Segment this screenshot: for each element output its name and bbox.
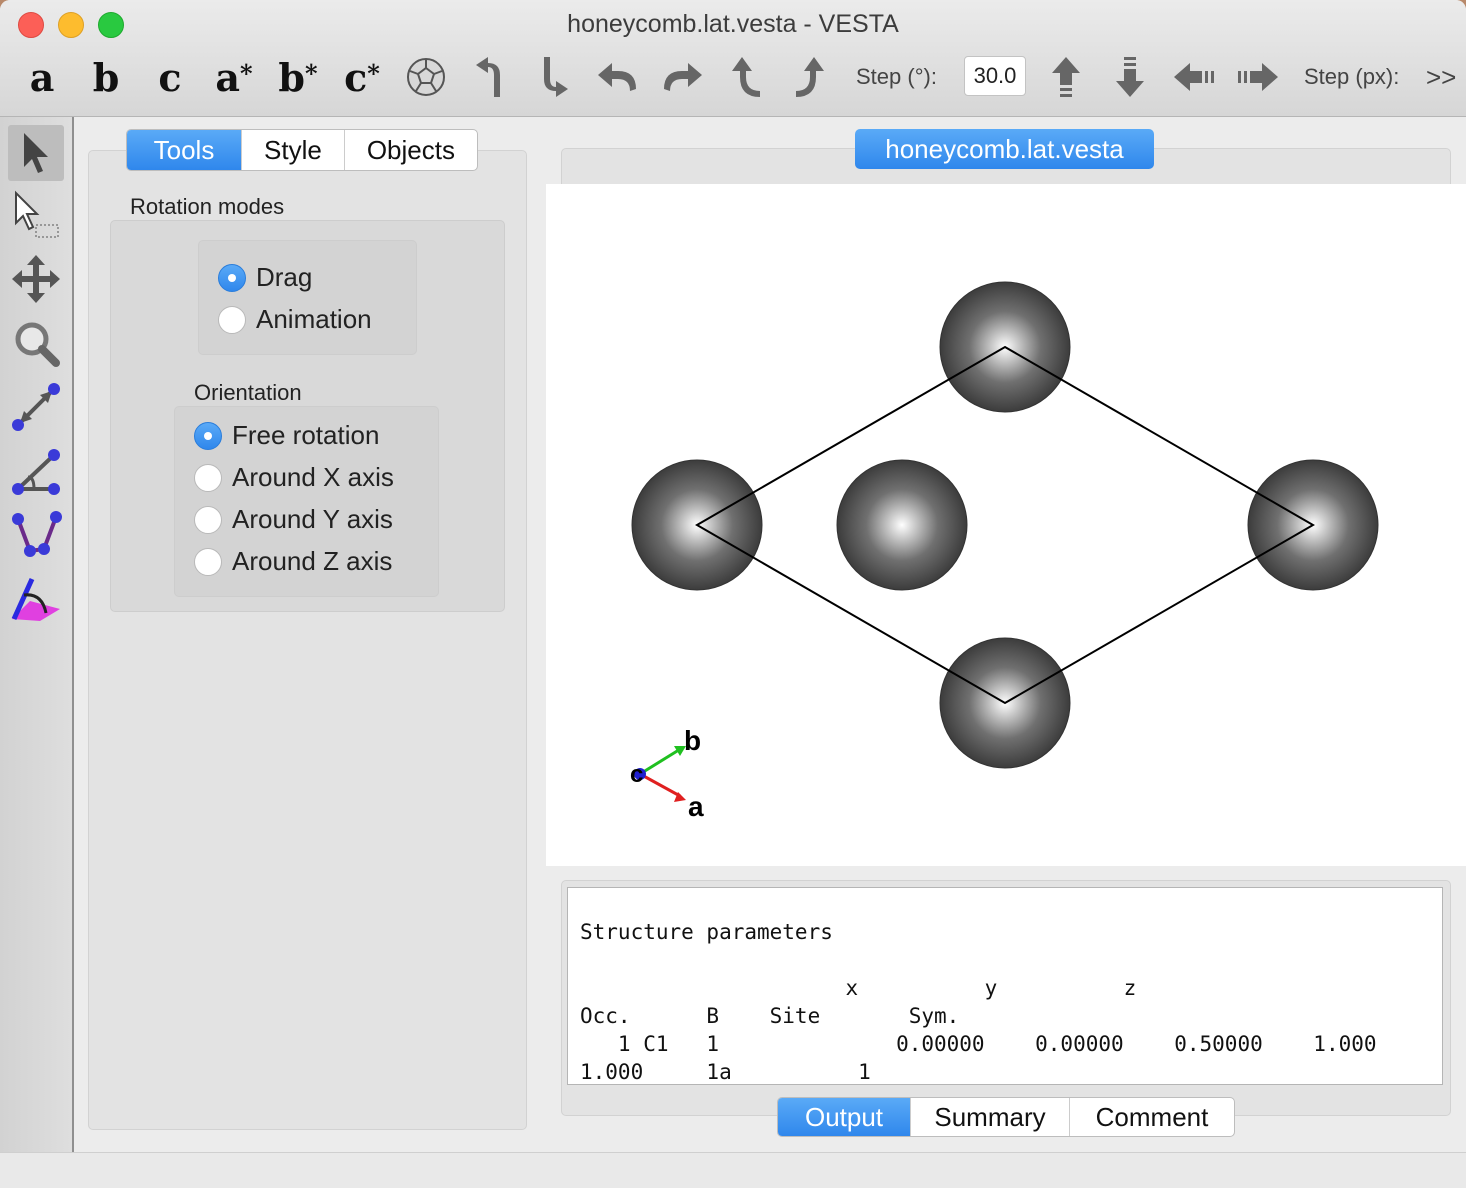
lattice-plane-tool-button[interactable] [8,571,64,627]
rotate-cw-button[interactable] [784,52,836,102]
box-select-tool-button[interactable] [8,187,64,243]
orientation-label: Orientation [194,380,302,405]
view-along-c-button[interactable]: c [142,52,198,102]
rotate-counterclockwise-icon [732,57,760,97]
arrow-down-bars-icon [1116,57,1144,97]
step-degrees-label: Step (°): [856,64,937,89]
radio-animation[interactable]: Animation [218,304,372,335]
structure-viewport[interactable]: b a c [546,184,1466,866]
distance-tool-button[interactable] [8,379,64,435]
rotate-up-button[interactable] [464,52,516,102]
move-left-button[interactable] [1168,52,1220,102]
tool-sidebar [0,117,74,1152]
translate-tool-button[interactable] [8,251,64,307]
move-arrows-icon [12,255,60,303]
magnify-tool-button[interactable] [8,315,64,371]
radio-around-x[interactable]: Around X axis [194,462,394,493]
output-tabs: Output Summary Comment [777,1097,1235,1137]
view-along-c-star-button[interactable]: c * [334,52,390,102]
step-degrees-input[interactable] [964,56,1026,96]
tab-summary[interactable]: Summary [911,1098,1070,1136]
move-right-button[interactable] [1232,52,1284,102]
axis-a-line [639,772,681,798]
rotation-modes-label: Rotation modes [130,194,285,219]
axis-c-label: c [630,761,643,788]
view-along-a-button[interactable]: a [14,52,70,102]
move-down-button[interactable] [1104,52,1156,102]
bond-angle-icon [12,449,60,495]
window-title: honeycomb.lat.vesta - VESTA [567,10,899,38]
radio-drag[interactable]: Drag [218,262,312,293]
curved-arrow-up-icon [476,57,500,97]
pointer-box-select-icon [15,190,59,238]
file-tab[interactable]: honeycomb.lat.vesta [855,129,1154,169]
view-along-b-star-button[interactable]: b * [270,52,326,102]
curved-arrow-down-icon [544,57,568,97]
radio-around-y[interactable]: Around Y axis [194,504,393,535]
step-pixels-label: Step (px): [1304,64,1400,89]
view-along-a-star-button[interactable]: a * [206,52,262,102]
arrow-up-bars-icon [1052,57,1080,97]
atom[interactable] [836,459,968,591]
vesta-window: honeycomb.lat.vesta - VESTA a b c a * b * … [0,0,1466,1188]
rotate-down-button[interactable] [528,52,580,102]
axis-b-line [639,746,683,776]
output-text-area[interactable]: Structure parameters x y z Occ. B Site S… [567,887,1443,1085]
tab-objects[interactable]: Objects [345,130,477,170]
title-toolbar: honeycomb.lat.vesta - VESTA a b c a * b * … [0,0,1466,117]
angle-tool-button[interactable] [8,443,64,499]
radio-dot [194,547,222,576]
dihedral-angle-icon [12,511,62,557]
select-tool-button[interactable] [8,125,64,181]
rotate-ccw-button[interactable] [720,52,772,102]
plane-angle-icon [11,577,60,621]
view-along-b-button[interactable]: b [78,52,134,102]
panel-tabs: Tools Style Objects [126,129,478,171]
standard-orientation-button[interactable] [400,52,452,102]
radio-dot [194,505,222,534]
pointer-icon [24,133,48,173]
tab-tools[interactable]: Tools [127,130,242,170]
axis-b-label: b [684,725,701,756]
curved-arrow-left-icon [598,63,636,91]
structure-view: b a c [630,281,1379,822]
radio-dot [194,421,222,450]
dihedral-tool-button[interactable] [8,507,64,563]
rotate-clockwise-icon [796,57,824,97]
axis-a-label: a [688,791,704,822]
arrow-left-bars-icon [1174,63,1214,91]
rotate-right-button[interactable] [656,52,708,102]
output-text: Structure parameters x y z Occ. B Site S… [580,920,1377,1084]
rotation-mode-box [198,240,417,355]
radio-around-z[interactable]: Around Z axis [194,546,392,577]
polyhedron-icon [407,58,445,96]
toolbar-overflow-button[interactable]: >> [1426,52,1456,102]
tab-style[interactable]: Style [242,130,345,170]
tab-output[interactable]: Output [778,1098,911,1136]
rotate-left-button[interactable] [592,52,644,102]
move-up-button[interactable] [1040,52,1092,102]
status-bar [0,1152,1466,1188]
tab-comment[interactable]: Comment [1070,1098,1234,1136]
radio-dot [218,305,246,334]
curved-arrow-right-icon [664,63,702,91]
radio-dot [218,263,246,292]
distance-measure-icon [12,383,60,431]
magnifier-icon [15,322,60,367]
arrow-right-bars-icon [1238,63,1278,91]
radio-free-rotation[interactable]: Free rotation [194,420,379,451]
radio-dot [194,463,222,492]
